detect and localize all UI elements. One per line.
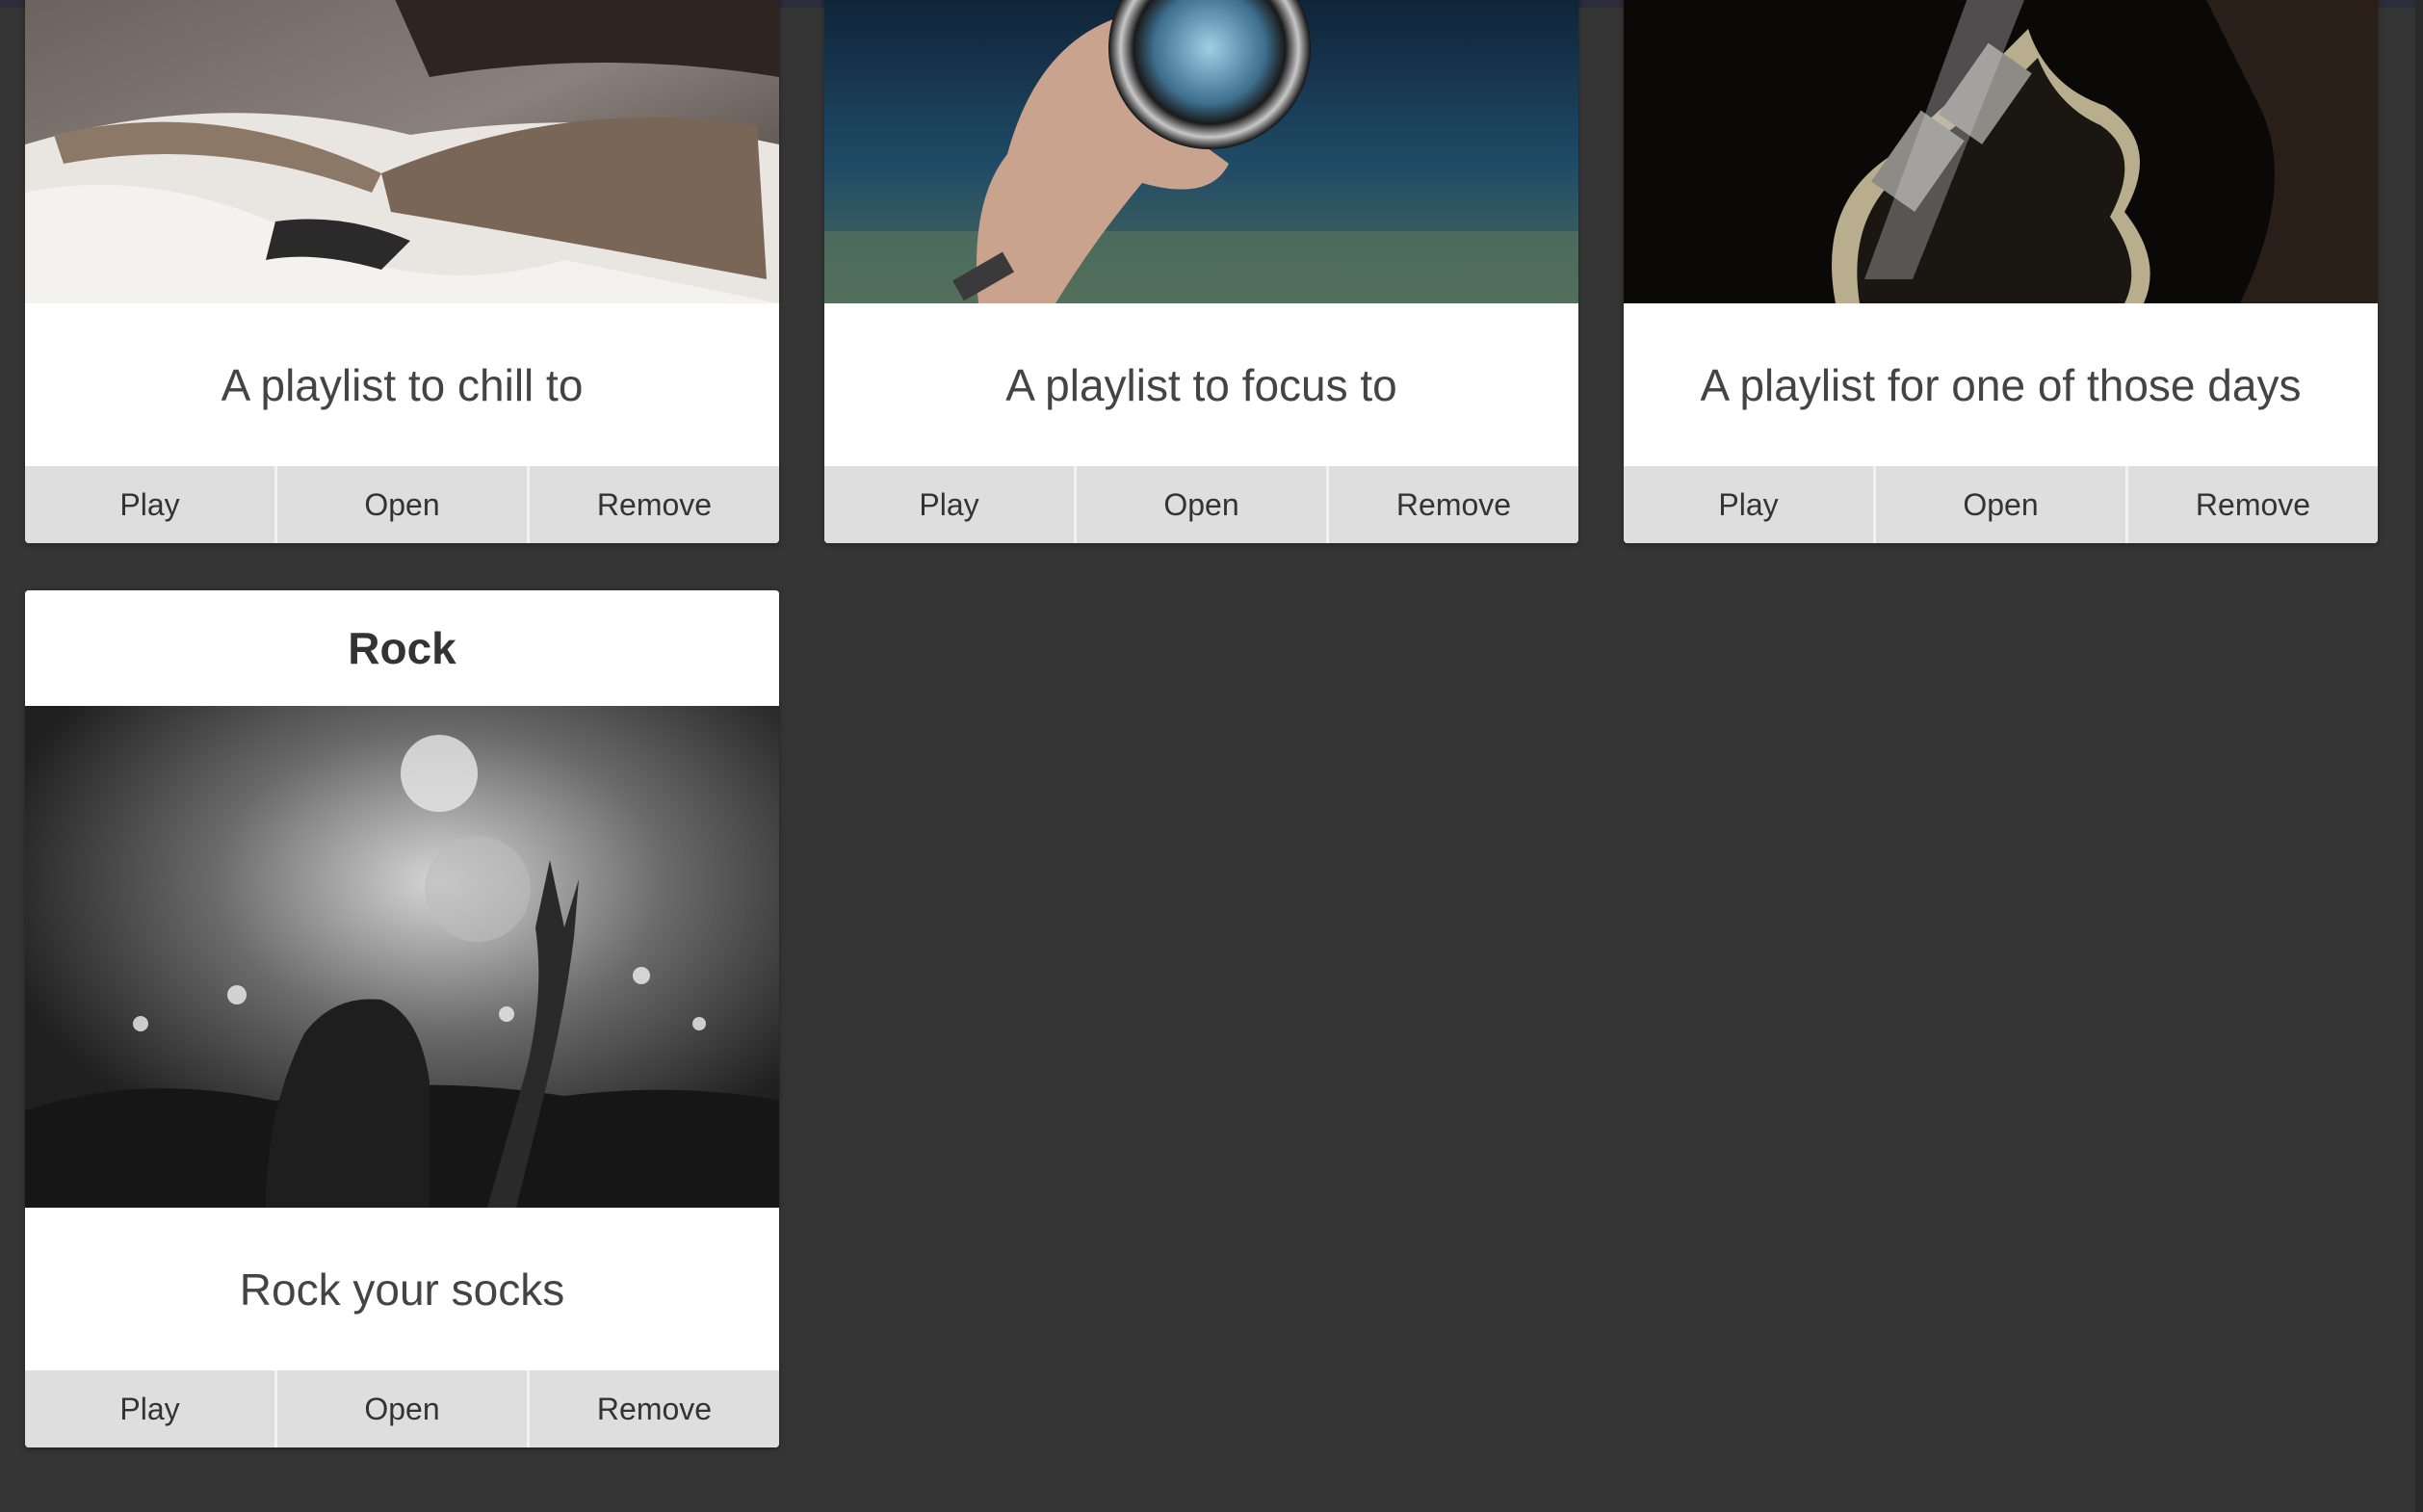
- card-actions: Play Open Remove: [25, 466, 779, 543]
- playlist-description: A playlist to chill to: [25, 303, 779, 466]
- playlist-description: A playlist to focus to: [824, 303, 1578, 466]
- book-on-blanket-photo: [25, 0, 779, 303]
- card-actions: Play Open Remove: [824, 466, 1578, 543]
- electric-guitar-photo: [1624, 0, 2378, 303]
- playlist-card-rock: Rock Rock your socks Play Open Remove: [25, 590, 779, 1447]
- remove-button[interactable]: Remove: [1326, 466, 1578, 543]
- card-actions: Play Open Remove: [25, 1370, 779, 1447]
- playlist-card-chill: A playlist to chill to Play Open Remove: [25, 0, 779, 543]
- playlist-description: Rock your socks: [25, 1208, 779, 1370]
- card-actions: Play Open Remove: [1624, 466, 2378, 543]
- scrollbar-track[interactable]: [2415, 0, 2423, 1512]
- card-title: Rock: [25, 590, 779, 706]
- lens-over-lake-photo: [824, 0, 1578, 303]
- remove-button[interactable]: Remove: [2125, 466, 2378, 543]
- playlist-description: A playlist for one of those days: [1624, 303, 2378, 466]
- open-button[interactable]: Open: [1074, 466, 1326, 543]
- open-button[interactable]: Open: [274, 466, 527, 543]
- play-button[interactable]: Play: [824, 466, 1074, 543]
- open-button[interactable]: Open: [1873, 466, 2125, 543]
- concert-crowd-photo: [25, 706, 779, 1208]
- play-button[interactable]: Play: [25, 466, 274, 543]
- play-button[interactable]: Play: [25, 1370, 274, 1447]
- open-button[interactable]: Open: [274, 1370, 527, 1447]
- remove-button[interactable]: Remove: [527, 466, 779, 543]
- remove-button[interactable]: Remove: [527, 1370, 779, 1447]
- play-button[interactable]: Play: [1624, 466, 1873, 543]
- playlist-card-focus: A playlist to focus to Play Open Remove: [824, 0, 1578, 543]
- playlist-card-those-days: A playlist for one of those days Play Op…: [1624, 0, 2378, 543]
